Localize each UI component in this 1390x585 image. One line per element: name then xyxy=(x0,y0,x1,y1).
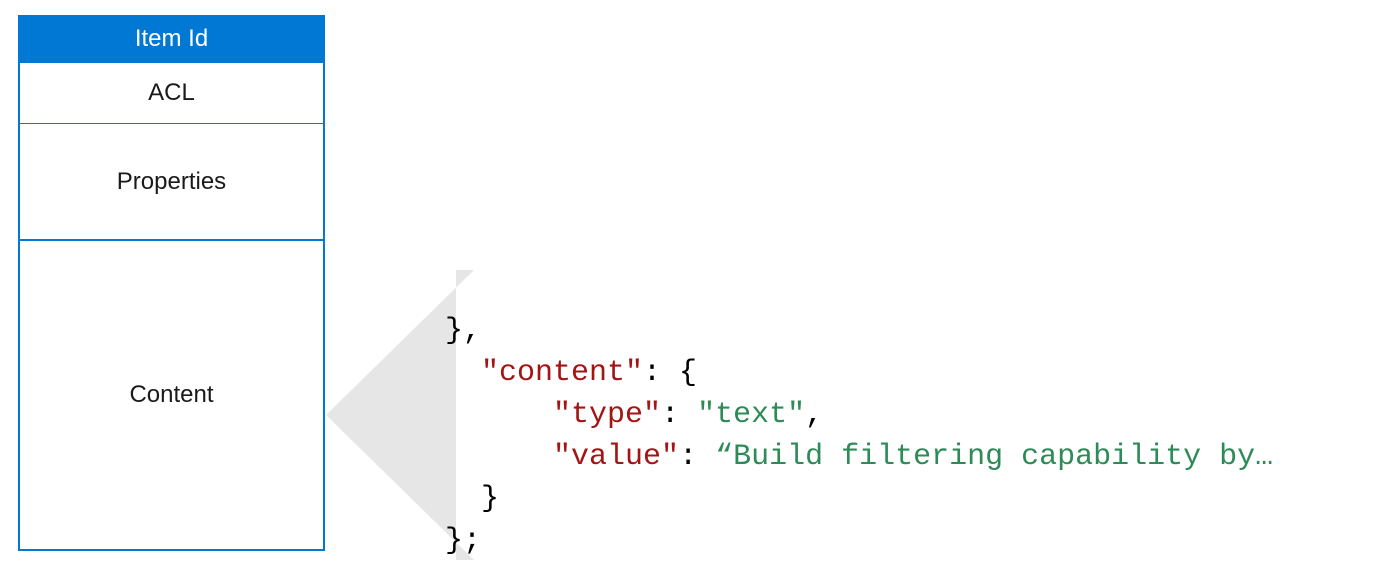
code-punc: , xyxy=(805,398,823,432)
code-punc: } xyxy=(481,482,499,516)
code-punc: : { xyxy=(643,356,697,390)
code-punc: }; xyxy=(445,524,481,558)
code-val-value: “Build filtering capability by… xyxy=(715,440,1273,474)
code-snippet: }, "content": { "type": "text", "value":… xyxy=(445,310,1273,562)
panel-cell-content: Content xyxy=(20,239,323,549)
code-punc: : xyxy=(679,440,715,474)
item-structure-panel: Item Id ACL Properties Content xyxy=(18,15,325,551)
code-punc: : xyxy=(661,398,697,432)
code-val-type: "text" xyxy=(697,398,805,432)
code-punc: }, xyxy=(445,314,481,348)
code-key-content: "content" xyxy=(481,356,643,390)
panel-cell-acl: ACL xyxy=(20,63,323,123)
panel-cell-properties: Properties xyxy=(20,123,323,239)
code-key-value: "value" xyxy=(553,440,679,474)
code-key-type: "type" xyxy=(553,398,661,432)
panel-header: Item Id xyxy=(20,17,323,63)
